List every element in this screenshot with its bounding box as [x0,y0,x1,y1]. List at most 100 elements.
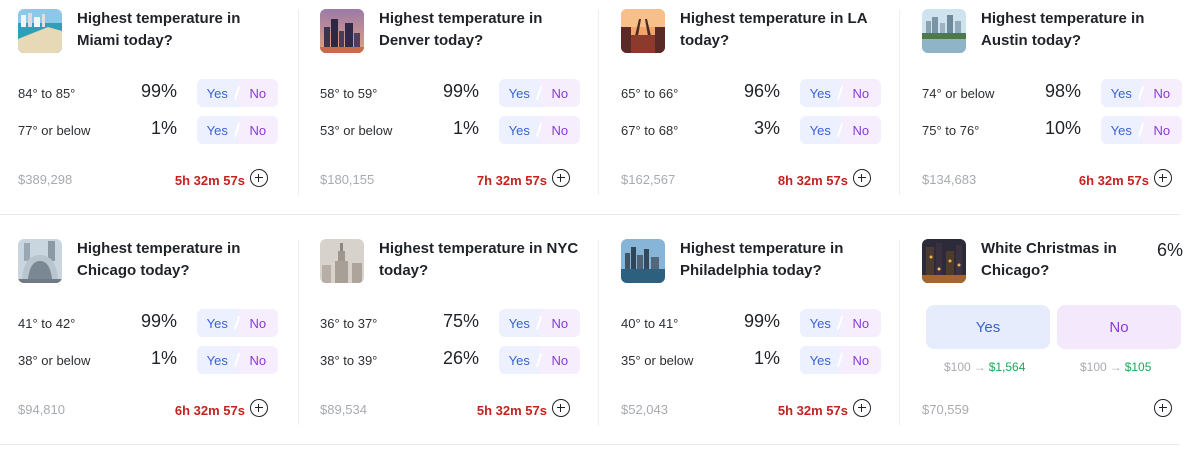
outcome-label: 67° to 68° [621,123,679,138]
outcome-probability: 99% [743,311,780,331]
market-card[interactable]: Highest temperature in Miami today? 84° t… [0,0,301,215]
no-button[interactable]: No [840,79,881,107]
market-card[interactable]: Highest temperature in NYC today? 36° to … [302,230,603,445]
market-title[interactable]: Highest temperature in Austin today? [981,8,1191,52]
outcome-probability: 1% [452,118,479,138]
market-card[interactable]: Highest temperature in Denver today? 58° … [302,0,603,215]
outcome-probability: 99% [442,81,479,101]
outcome-label: 58° to 59° [320,86,378,101]
yes-button[interactable]: Yes [197,79,238,107]
no-button[interactable]: No [237,346,278,374]
market-thumbnail [922,239,966,283]
countdown-timer: 6h 32m 57s [1078,173,1149,188]
no-button[interactable]: No [539,309,580,337]
outcome-probability: 10% [1044,118,1081,138]
market-title[interactable]: Highest temperature in Denver today? [379,8,589,52]
no-button[interactable]: No [1141,79,1182,107]
yes-no-buttons: Yes No [197,346,278,374]
add-circle-icon[interactable] [552,399,570,417]
countdown-timer: 7h 32m 57s [476,173,547,188]
outcome-row: 53° or below 1% Yes No [320,116,580,144]
countdown-timer: 5h 32m 57s [777,403,848,418]
no-button[interactable]: No [237,116,278,144]
yes-button[interactable]: Yes [800,346,841,374]
market-volume: $94,810 [18,402,65,417]
market-probability: 6% [1156,240,1183,260]
market-volume: $70,559 [922,402,969,417]
outcome-label: 35° or below [621,353,694,368]
no-button[interactable]: No [1141,116,1182,144]
no-button[interactable]: No [840,116,881,144]
no-button[interactable]: No [1057,305,1181,349]
market-title[interactable]: Highest temperature in LA today? [680,8,890,52]
market-volume: $52,043 [621,402,668,417]
outcome-row: 38° to 39° 26% Yes No [320,346,580,374]
yes-button[interactable]: Yes [499,79,540,107]
yes-no-buttons: Yes No [197,79,278,107]
yes-button[interactable]: Yes [197,346,238,374]
column-divider [298,240,299,425]
market-thumbnail [18,239,62,283]
outcome-label: 65° to 66° [621,86,679,101]
add-circle-icon[interactable] [853,169,871,187]
yes-button[interactable]: Yes [499,346,540,374]
yes-button[interactable]: Yes [926,305,1050,349]
add-circle-icon[interactable] [250,399,268,417]
outcome-row: 65° to 66° 96% Yes No [621,79,881,107]
yes-button[interactable]: Yes [499,309,540,337]
market-card[interactable]: Highest temperature in Philadelphia toda… [603,230,904,445]
market-title[interactable]: White Christmas in Chicago? [981,238,1141,282]
yes-payout: $100 → $1,564 [944,360,1025,374]
yes-button[interactable]: Yes [800,79,841,107]
outcome-label: 77° or below [18,123,91,138]
market-thumbnail [922,9,966,53]
market-card[interactable]: Highest temperature in LA today? 65° to 6… [603,0,904,215]
yes-button[interactable]: Yes [1101,116,1142,144]
yes-button[interactable]: Yes [1101,79,1142,107]
no-button[interactable]: No [840,346,881,374]
market-thumbnail [18,9,62,53]
market-title[interactable]: Highest temperature in Miami today? [77,8,287,52]
outcome-label: 38° to 39° [320,353,378,368]
add-circle-icon[interactable] [250,169,268,187]
yes-no-buttons: Yes No [499,79,580,107]
no-button[interactable]: No [237,79,278,107]
yes-no-buttons: Yes No [499,309,580,337]
market-card[interactable]: Highest temperature in Chicago today? 41°… [0,230,301,445]
outcome-row: 38° or below 1% Yes No [18,346,278,374]
yes-button[interactable]: Yes [197,309,238,337]
market-title[interactable]: Highest temperature in Philadelphia toda… [680,238,890,282]
market-title[interactable]: Highest temperature in NYC today? [379,238,589,282]
no-button[interactable]: No [539,116,580,144]
no-button[interactable]: No [539,79,580,107]
column-divider [298,10,299,195]
payout-win: $105 [1124,360,1152,374]
add-circle-icon[interactable] [1154,169,1172,187]
yes-button[interactable]: Yes [800,116,841,144]
no-button[interactable]: No [840,309,881,337]
outcome-probability: 1% [753,348,780,368]
market-card-white-christmas[interactable]: White Christmas in Chicago? 6% Yes No $100 → $… [904,230,1200,445]
outcome-row: 84° to 85° 99% Yes No [18,79,278,107]
column-divider [598,240,599,425]
no-button[interactable]: No [237,309,278,337]
market-thumbnail [320,239,364,283]
add-circle-icon[interactable] [552,169,570,187]
add-circle-icon[interactable] [1154,399,1172,417]
yes-button[interactable]: Yes [499,116,540,144]
yes-no-buttons: Yes No [197,309,278,337]
market-card[interactable]: Highest temperature in Austin today? 74° … [904,0,1200,215]
outcome-row: 77° or below 1% Yes No [18,116,278,144]
payout-win: $1,564 [988,360,1026,374]
countdown-timer: 8h 32m 57s [777,173,848,188]
yes-button[interactable]: Yes [800,309,841,337]
add-circle-icon[interactable] [853,399,871,417]
yes-no-buttons: Yes No [1101,116,1182,144]
yes-button[interactable]: Yes [197,116,238,144]
outcome-row: 36° to 37° 75% Yes No [320,309,580,337]
no-button[interactable]: No [539,346,580,374]
no-payout: $100 → $105 [1080,360,1151,374]
outcome-label: 38° or below [18,353,91,368]
outcome-row: 74° or below 98% Yes No [922,79,1182,107]
market-title[interactable]: Highest temperature in Chicago today? [77,238,287,282]
